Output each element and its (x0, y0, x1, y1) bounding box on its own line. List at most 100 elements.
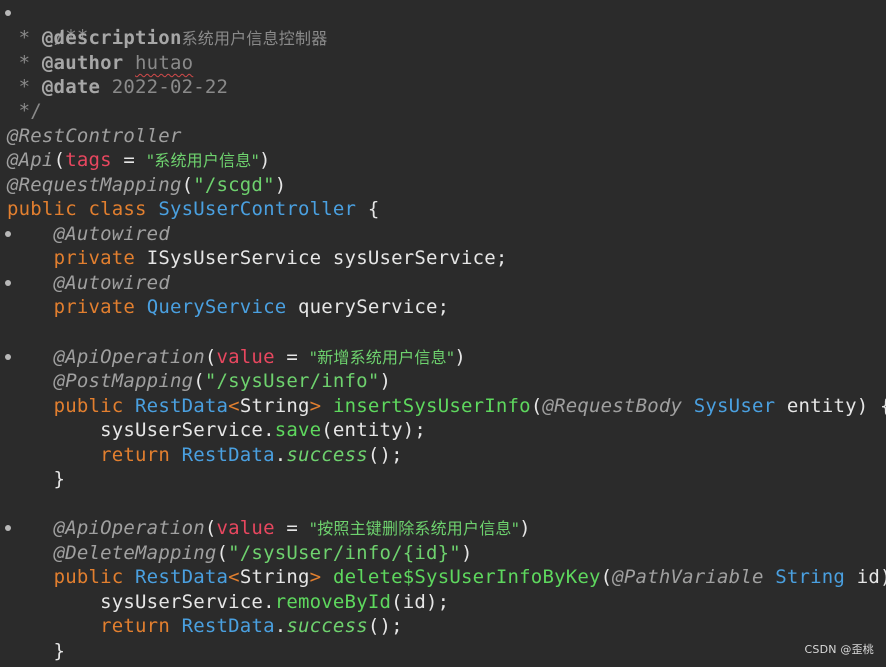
arguments: (); (367, 444, 403, 466)
code-line[interactable]: sysUserService.save(entity); (7, 418, 426, 442)
code-line[interactable]: private QueryService queryService; (7, 295, 450, 319)
brace: } (7, 468, 66, 490)
code-line[interactable]: * @description系统用户信息控制器 (7, 26, 328, 50)
paren: ) (519, 517, 531, 539)
code-line[interactable]: @DeleteMapping("/sysUser/info/{id}") (7, 541, 473, 565)
code-line[interactable]: @ApiOperation(value = "新增系统用户信息") (5, 345, 467, 369)
code-line[interactable]: */ (7, 99, 42, 123)
annotation: @RestController (7, 125, 182, 147)
gutter-marker-icon[interactable] (5, 280, 11, 286)
annotation: @ApiOperation (53, 346, 205, 368)
code-line[interactable]: @Autowired (5, 222, 170, 246)
operator: = (111, 149, 147, 171)
gutter-marker-icon[interactable] (5, 525, 11, 531)
annotation: @Autowired (53, 272, 170, 294)
type-name: SysUser (693, 395, 776, 417)
paren: ) (460, 542, 473, 564)
code-line[interactable]: return RestData.success(); (7, 443, 403, 467)
class-name: SysUserController (158, 198, 357, 220)
code-line[interactable]: @PostMapping("/sysUser/info") (7, 369, 391, 393)
type-name: RestData (135, 566, 229, 588)
code-line[interactable]: public RestData<String> delete$SysUserIn… (7, 565, 886, 589)
brace: ) { (880, 566, 886, 588)
code-editor[interactable]: /** * @description系统用户信息控制器 * @author hu… (0, 0, 886, 667)
annotation: @RequestMapping (7, 174, 182, 196)
code-line[interactable]: @ApiOperation(value = "按照主键删除系统用户信息") (5, 516, 531, 540)
code-line[interactable]: } (7, 639, 65, 663)
code-line[interactable]: * @author hutao (7, 51, 193, 75)
doc-tag: @description (41, 27, 182, 49)
keyword: return (100, 615, 170, 637)
paren: ( (600, 566, 613, 588)
keyword: return (100, 444, 170, 466)
gutter-marker-icon[interactable] (5, 354, 11, 360)
code-line[interactable]: public class SysUserController { (7, 197, 379, 221)
doc-tag: @author (41, 52, 124, 74)
string-literal: "系统用户信息" (146, 151, 260, 170)
method-call: removeById (274, 591, 392, 613)
doc-comment-star: * (7, 27, 42, 49)
type-name: QueryService (146, 296, 287, 318)
watermark: CSDN @歪桃 (804, 643, 874, 656)
code-line[interactable]: private ISysUserService sysUserService; (7, 246, 508, 270)
annotation: @ApiOperation (53, 517, 205, 539)
arguments: (); (367, 615, 403, 637)
paren: ( (204, 517, 217, 539)
dot: . (263, 591, 275, 613)
annotation-attribute: tags (65, 149, 112, 171)
operator: = (274, 346, 310, 368)
code-line[interactable]: @RequestMapping("/scgd") (7, 173, 286, 197)
keyword: public (7, 198, 77, 220)
annotation: @Api (7, 149, 54, 171)
code-line[interactable]: * @date 2022-02-22 (7, 75, 228, 99)
fold-marker-icon[interactable] (5, 10, 11, 16)
keyword: public (53, 395, 124, 417)
annotation-attribute: value (216, 346, 275, 368)
code-line[interactable]: sysUserService.removeById(id); (7, 590, 449, 614)
gutter-marker-icon[interactable] (5, 231, 11, 237)
generic-bracket: > (309, 566, 322, 588)
code-line[interactable]: @Api(tags = "系统用户信息") (7, 148, 271, 172)
doc-tag-value: 2022-02-22 (111, 76, 229, 98)
code-line[interactable]: return RestData.success(); (7, 614, 403, 638)
brace: { (356, 198, 380, 220)
dot: . (274, 444, 287, 466)
paren: ) (274, 174, 287, 196)
string-literal: "/sysUser/info/{id}" (228, 542, 461, 564)
code-line[interactable]: public RestData<String> insertSysUserInf… (7, 394, 886, 418)
paren: ( (53, 149, 66, 171)
parameter-name: id (856, 566, 880, 588)
paren: ) (259, 149, 271, 171)
paren: ) (379, 370, 392, 392)
annotation: @RequestBody (542, 395, 683, 417)
code-line[interactable]: } (7, 467, 65, 491)
field-name: sysUserService; (321, 247, 508, 269)
operator: = (274, 517, 310, 539)
generic-bracket: < (228, 566, 240, 588)
parameter-name: entity (786, 395, 857, 417)
type-name: RestData (135, 395, 229, 417)
code-line[interactable]: /** (5, 1, 88, 48)
code-line[interactable]: @RestController (7, 124, 182, 148)
code-line[interactable]: @Autowired (5, 271, 170, 295)
paren: ) (454, 346, 467, 368)
